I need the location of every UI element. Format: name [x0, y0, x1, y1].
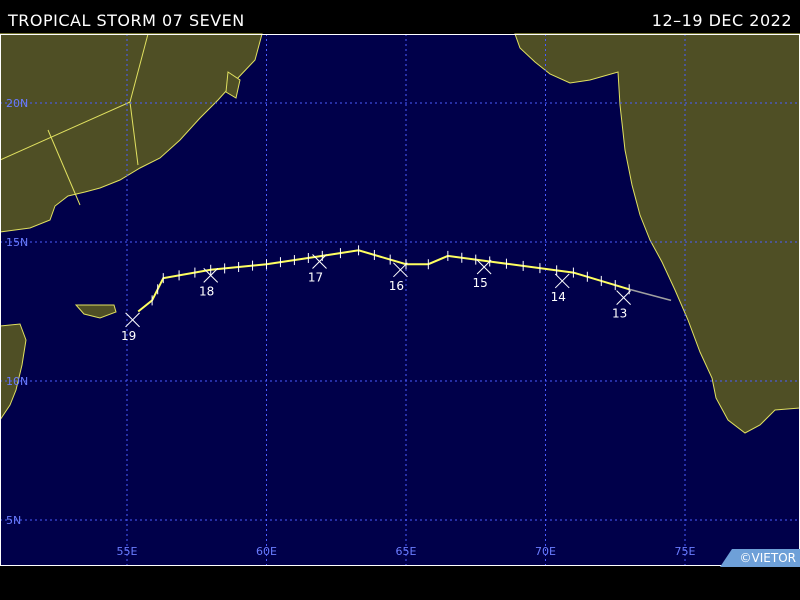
lon-label: 75E	[675, 545, 696, 558]
day-label: 13	[612, 307, 627, 321]
lat-label: 5N	[6, 514, 21, 527]
lat-label: 15N	[6, 236, 28, 249]
day-label: 17	[308, 270, 323, 284]
day-label: 14	[551, 290, 566, 304]
lon-label: 60E	[256, 545, 277, 558]
day-label: 19	[121, 329, 136, 343]
lon-label: 70E	[535, 545, 556, 558]
day-label: 18	[199, 284, 214, 298]
lon-label: 65E	[396, 545, 417, 558]
storm-track-map: 20N 15N 10N 5N 55E 60E 65E 70E 75E 13 14 15 16 17 18 1…	[0, 33, 800, 566]
day-label: 15	[472, 276, 487, 290]
credit-badge: ©VIETOR	[720, 549, 800, 567]
lat-label: 20N	[6, 97, 28, 110]
day-label: 16	[389, 279, 404, 293]
lat-label: 10N	[6, 375, 28, 388]
lon-label: 55E	[117, 545, 138, 558]
